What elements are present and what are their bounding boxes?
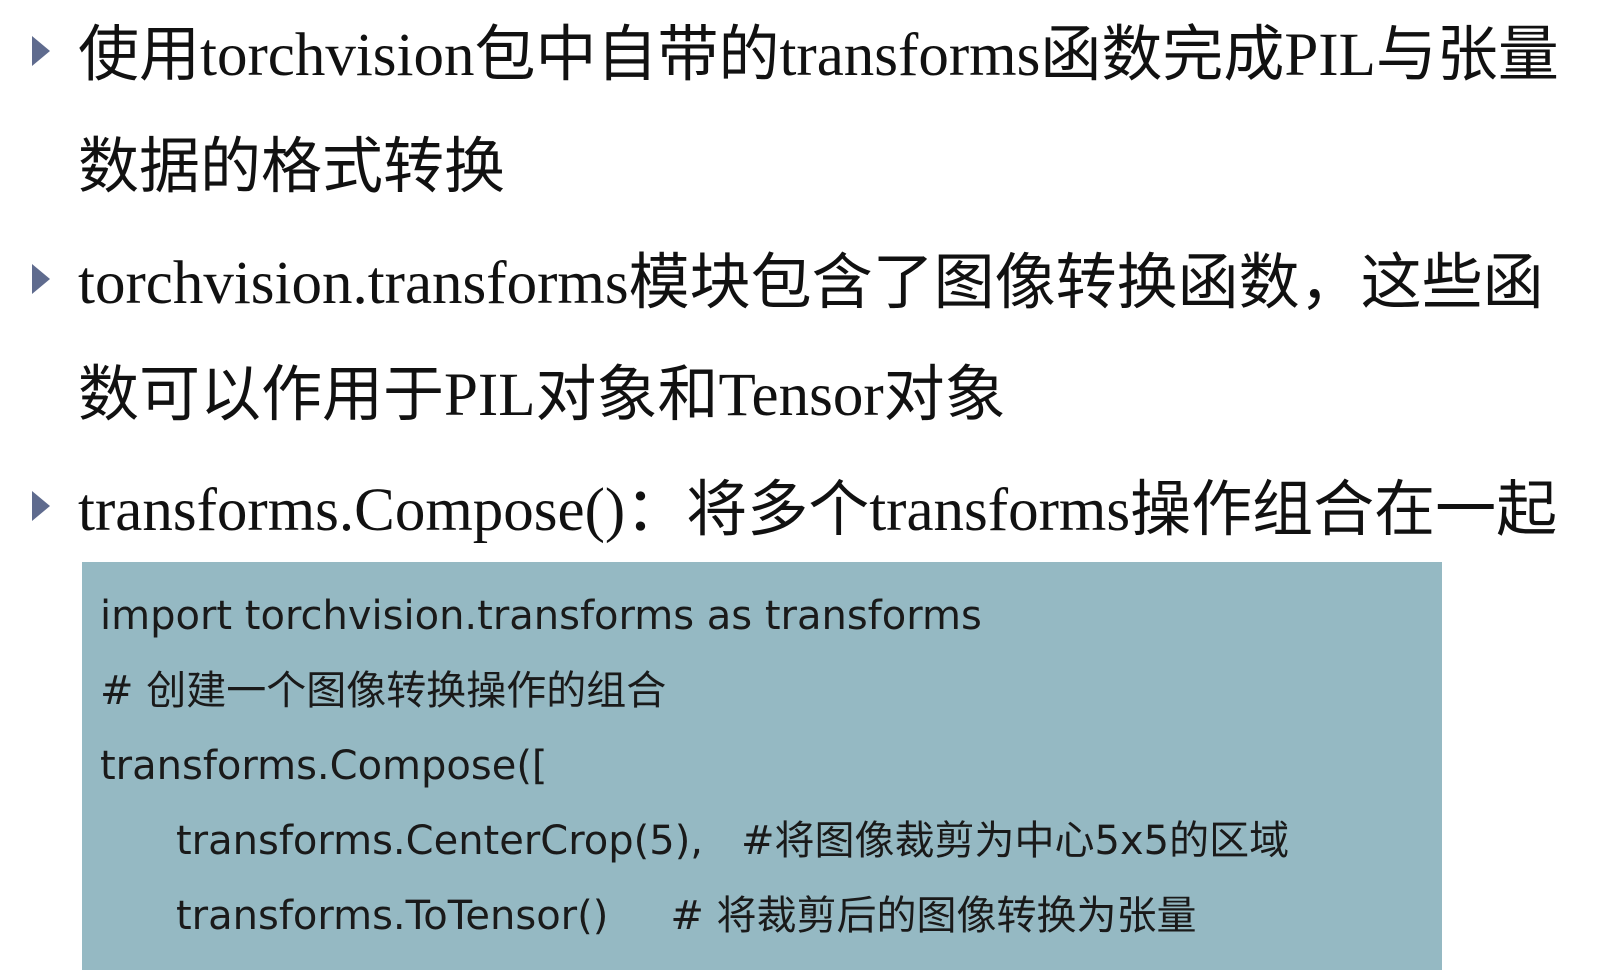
bullet-text-1: 使用torchvision包中自带的transforms函数完成PIL与张量数据…	[78, 22, 1559, 201]
code-comment: #将图像裁剪为中心5x5的区域	[741, 818, 1290, 864]
code-text: import torchvision.transforms as transfo…	[100, 593, 982, 639]
code-line-1: import torchvision.transforms as transfo…	[100, 579, 982, 654]
triangle-right-icon	[32, 36, 50, 66]
code-line-3: transforms.Compose([	[100, 729, 548, 804]
code-line-2: # 创建一个图像转换操作的组合	[100, 654, 666, 729]
code-line-4: transforms.CenterCrop(5), #将图像裁剪为中心5x5的区域	[176, 804, 1289, 879]
bullet-text-2: torchvision.transforms模块包含了图像转换函数，这些函数可以…	[78, 250, 1544, 429]
slide: 使用torchvision包中自带的transforms函数完成PIL与张量数据…	[0, 0, 1615, 970]
bullet-text-3: transforms.Compose()：将多个transforms操作组合在一…	[78, 477, 1558, 544]
code-text: transforms.CenterCrop(5),	[176, 818, 704, 864]
code-line-5: transforms.ToTensor() # 将裁剪后的图像转换为张量	[176, 879, 1197, 954]
triangle-right-icon	[32, 491, 50, 521]
code-comment: # 将裁剪后的图像转换为张量	[670, 893, 1197, 939]
code-text: # 创建一个图像转换操作的组合	[100, 668, 667, 714]
code-block: import torchvision.transforms as transfo…	[82, 562, 1442, 970]
code-text: transforms.ToTensor()	[176, 893, 609, 939]
code-text: transforms.Compose([	[100, 743, 548, 789]
triangle-right-icon	[32, 264, 50, 294]
